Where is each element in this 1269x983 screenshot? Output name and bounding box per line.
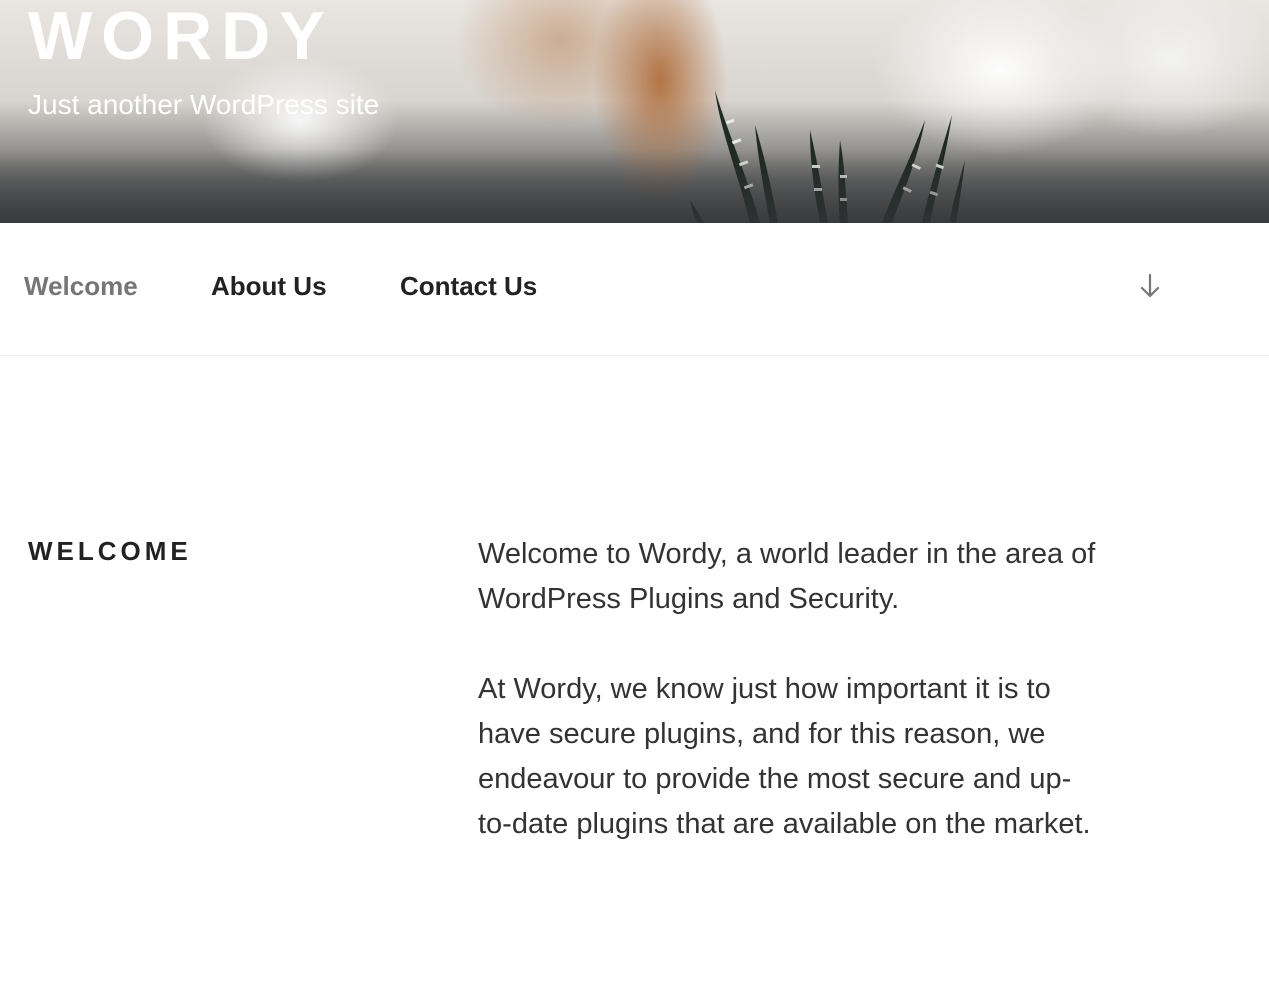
header-shade	[0, 150, 1269, 223]
site-header-hero: WORDY Just another WordPress site	[0, 0, 1269, 223]
site-title[interactable]: WORDY	[28, 0, 334, 72]
entry-paragraph: At Wordy, we know just how important it …	[478, 673, 1091, 840]
page: WORDY Just another WordPress site Welcom…	[0, 0, 1269, 983]
arrow-down-icon[interactable]	[1138, 273, 1162, 299]
entry-paragraph: Welcome to Wordy, a world leader in the …	[478, 538, 1096, 615]
main-navigation: Welcome About Us Contact Us	[0, 223, 1269, 356]
section-title: WELCOME	[28, 536, 192, 566]
nav-item-about-us[interactable]: About Us	[211, 270, 327, 302]
site-tagline: Just another WordPress site	[28, 89, 380, 120]
nav-item-contact-us[interactable]: Contact Us	[400, 270, 537, 302]
entry-content: Welcome to Wordy, a world leader in the …	[478, 532, 1103, 892]
nav-item-welcome[interactable]: Welcome	[24, 270, 138, 302]
